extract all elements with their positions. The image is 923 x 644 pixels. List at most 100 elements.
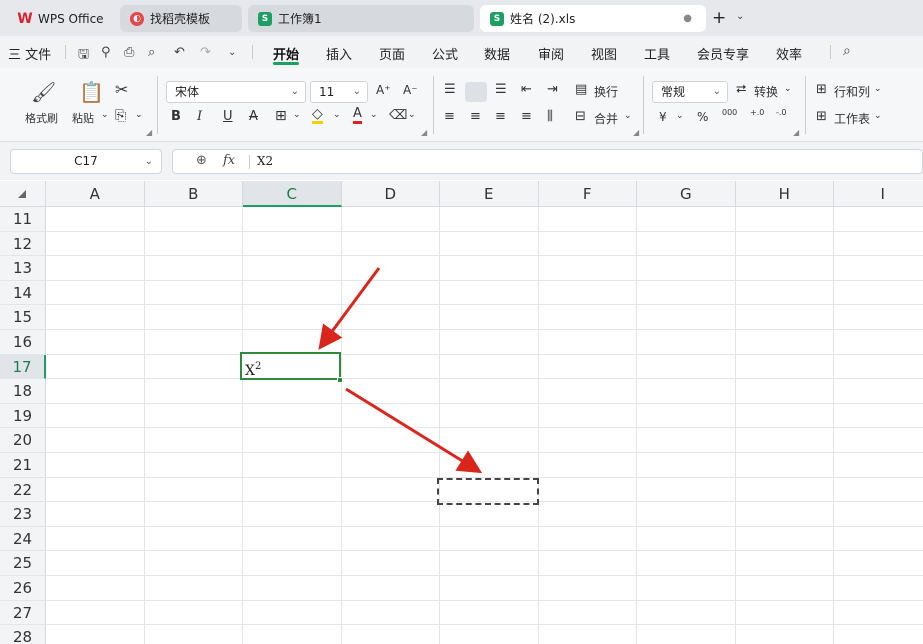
decrease-indent-icon[interactable]: ⇤ [521,82,532,97]
row-header-23[interactable]: 23 [0,502,46,527]
borders-icon[interactable]: ⊞ [275,108,287,124]
chevron-down-icon[interactable]: ⌄ [101,110,109,120]
column-header-i[interactable]: I [834,181,923,207]
align-top-icon[interactable]: ☰ [444,82,456,97]
chevron-down-icon[interactable]: ⌄ [408,110,416,120]
copy-icon[interactable]: ⎘ [115,108,126,124]
chevron-down-icon[interactable]: ⌄ [135,110,143,120]
decrease-font-button[interactable]: A⁻ [403,83,418,97]
select-all-button[interactable] [0,181,46,207]
worksheet-icon[interactable]: ⊞ [816,109,827,124]
row-header-22[interactable]: 22 [0,477,46,503]
italic-button[interactable]: I [197,109,202,124]
tab-active-file[interactable]: S 姓名 (2).xls ● [480,5,706,32]
row-header-25[interactable]: 25 [0,551,46,576]
print-preview-icon[interactable]: ⌕ [148,45,155,60]
row-header-21[interactable]: 21 [0,453,46,478]
tab-workbook1[interactable]: S 工作簿1 [248,5,474,32]
dialog-launcher-icon[interactable]: ◢ [633,128,639,137]
distribute-icon[interactable]: ⫼ [547,109,553,124]
share-icon[interactable]: ⚲ [101,45,111,60]
row-header-19[interactable]: 19 [0,403,46,429]
zoom-search-icon[interactable]: ⊕ [196,153,207,168]
new-tab-plus-icon[interactable]: + [712,8,726,28]
thousands-separator-button[interactable]: 000 [722,108,737,117]
name-box[interactable]: C17 ⌄ [10,149,162,174]
row-header-17[interactable]: 17 [0,354,46,380]
bold-button[interactable]: B [171,109,181,124]
menu-view[interactable]: 视图 [591,44,617,63]
chevron-down-icon[interactable]: ⌄ [676,111,684,121]
chevron-down-icon[interactable]: ⌄ [874,84,882,94]
active-cell-c17[interactable]: X2 [240,352,341,380]
column-header-a[interactable]: A [46,181,145,207]
menu-tools[interactable]: 工具 [644,44,670,63]
align-center-icon[interactable]: ≡ [470,109,481,124]
chevron-down-icon[interactable]: ⌄ [874,111,882,121]
fill-handle[interactable] [337,377,343,383]
menu-data[interactable]: 数据 [484,44,510,63]
tab-docer-templates[interactable]: ◐ 找稻壳模板 [120,5,242,32]
column-header-e[interactable]: E [440,181,539,207]
rows-columns-icon[interactable]: ⊞ [816,82,827,97]
menu-insert[interactable]: 插入 [326,44,352,63]
column-header-g[interactable]: G [637,181,736,207]
row-header-20[interactable]: 20 [0,428,46,453]
row-header-11[interactable]: 11 [0,207,46,232]
copy-selection-e22[interactable] [437,478,539,505]
menu-home[interactable]: 开始 [273,44,299,63]
number-format-select[interactable]: 常规 ⌄ [652,81,728,103]
font-color-icon[interactable]: A [353,107,362,124]
convert-button[interactable]: 转换 [754,83,778,100]
chevron-down-icon[interactable]: ⌄ [736,11,744,22]
dialog-launcher-icon[interactable]: ◢ [146,128,152,137]
paste-icon[interactable]: 📋 [79,80,104,104]
column-header-h[interactable]: H [735,181,834,207]
menu-efficiency[interactable]: 效率 [776,44,802,63]
spreadsheet-grid[interactable]: A B C D E F G H I 11 12 13 14 15 16 17 18 19 20 21 22 23 24 25 2… [0,181,923,644]
column-header-d[interactable]: D [341,181,440,207]
fill-color-icon[interactable]: ◇ [312,107,323,124]
percent-button[interactable]: % [697,110,708,124]
chevron-down-icon[interactable]: ⌄ [784,84,792,94]
search-icon[interactable]: ⌕ [843,43,851,59]
align-bottom-icon[interactable]: ☰ [495,82,507,97]
row-header-13[interactable]: 13 [0,256,46,281]
row-header-16[interactable]: 16 [0,330,46,355]
chevron-down-icon[interactable]: ⌄ [370,110,378,120]
chevron-down-icon[interactable]: ⌄ [624,111,632,121]
align-left-icon[interactable]: ≡ [444,109,455,124]
wrap-text-button[interactable]: 换行 [594,83,618,100]
wrap-text-icon[interactable]: ▤ [575,82,587,97]
row-header-15[interactable]: 15 [0,305,46,330]
column-header-c[interactable]: C [243,181,342,207]
convert-icon[interactable]: ⮂ [736,82,746,97]
paste-button[interactable]: 粘贴 [72,110,94,126]
currency-button[interactable]: ¥ [659,110,667,124]
column-header-f[interactable]: F [538,181,637,207]
formula-input[interactable]: ⊕ fx X2 [172,149,923,174]
save-icon[interactable]: 🖫 [78,45,89,67]
menu-formula[interactable]: 公式 [432,44,458,63]
tab-wps-office[interactable]: W WPS Office [8,5,114,32]
format-painter-button[interactable]: 格式刷 [25,110,58,126]
dialog-launcher-icon[interactable]: ◢ [421,128,427,137]
justify-icon[interactable]: ≡ [521,109,532,124]
increase-font-button[interactable]: A⁺ [376,83,391,97]
align-right-icon[interactable]: ≡ [495,109,506,124]
row-header-18[interactable]: 18 [0,379,46,404]
underline-button[interactable]: U [223,109,233,124]
decrease-decimal-button[interactable]: -.0 [776,108,787,117]
merge-cells-button[interactable]: 合并 [594,110,618,127]
worksheet-button[interactable]: 工作表 [834,110,870,127]
file-menu[interactable]: 三 文件 [8,44,51,63]
increase-decimal-button[interactable]: +.0 [750,108,764,117]
font-name-select[interactable]: 宋体 ⌄ [166,81,306,103]
menu-review[interactable]: 审阅 [538,44,564,63]
merge-cells-icon[interactable]: ⊟ [575,109,586,124]
undo-icon[interactable]: ↶ [174,45,185,60]
chevron-down-icon[interactable]: ⌄ [228,47,236,58]
dialog-launcher-icon[interactable]: ◢ [793,128,799,137]
row-header-27[interactable]: 27 [0,600,46,626]
redo-icon[interactable]: ↷ [200,45,211,60]
